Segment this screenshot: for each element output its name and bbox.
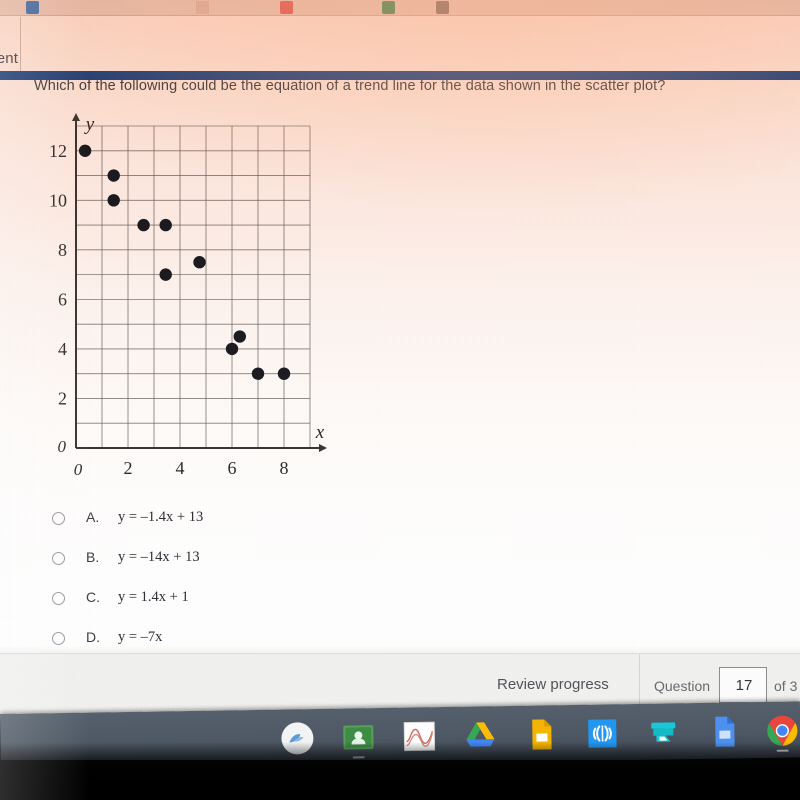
chrome-icon[interactable] (765, 713, 800, 748)
radio-button-a[interactable] (52, 512, 65, 525)
audio-wave-icon[interactable] (585, 716, 620, 751)
answer-choice-list: A. y = –1.4x + 13 B. y = –14x + 13 C. y … (52, 503, 382, 663)
question-prompt-text: Which of the following could be the equa… (34, 78, 666, 94)
svg-text:y: y (84, 114, 95, 135)
svg-text:12: 12 (49, 141, 67, 161)
svg-text:0: 0 (58, 437, 67, 456)
svg-text:4: 4 (58, 339, 67, 359)
answer-choice-b[interactable]: B. y = –14x + 13 (52, 543, 382, 583)
radio-button-d[interactable] (52, 632, 65, 645)
radio-button-c[interactable] (52, 592, 65, 605)
launcher-active-dot (352, 756, 365, 759)
choice-letter-d: D. (86, 629, 100, 645)
graphing-calculator-icon[interactable] (402, 719, 437, 754)
laptop-bezel (0, 760, 800, 800)
svg-text:6: 6 (58, 289, 67, 309)
svg-text:8: 8 (58, 240, 67, 260)
page-header: ment (0, 17, 800, 71)
question-number-value: 17 (735, 677, 753, 694)
choice-letter-b: B. (86, 549, 100, 565)
scanner-icon[interactable] (646, 715, 681, 750)
svg-text:x: x (315, 422, 325, 443)
tab-favicon-5[interactable] (436, 1, 449, 14)
question-total-label: of 3 (774, 678, 798, 694)
assignment-title-partial: ment (0, 50, 19, 67)
choice-letter-a: A. (86, 509, 100, 525)
svg-text:0: 0 (74, 460, 83, 479)
browser-tab-strip[interactable] (0, 0, 800, 16)
svg-text:10: 10 (49, 190, 67, 210)
google-drive-icon[interactable] (463, 718, 498, 753)
question-label: Question (654, 678, 711, 694)
answer-choice-c[interactable]: C. y = 1.4x + 1 (52, 583, 382, 623)
svg-text:4: 4 (176, 458, 185, 478)
svg-text:2: 2 (124, 458, 133, 478)
launcher-icon[interactable] (280, 721, 315, 756)
svg-text:2: 2 (58, 388, 67, 408)
tab-favicon-1[interactable] (26, 1, 39, 14)
browser-viewport: ment Which of the following could be the… (0, 0, 800, 718)
chrome-active-dot (776, 749, 789, 752)
header-divider (20, 17, 21, 71)
choice-equation-a: y = –1.4x + 13 (118, 509, 204, 525)
svg-text:8: 8 (280, 458, 289, 478)
photographed-chromebook-screen: ment Which of the following could be the… (0, 0, 800, 800)
review-progress-button[interactable]: Review progress (497, 676, 609, 693)
tab-favicon-3[interactable] (280, 1, 293, 14)
choice-equation-b: y = –14x + 13 (118, 549, 200, 565)
choice-equation-c: y = 1.4x + 1 (118, 589, 189, 605)
choice-letter-c: C. (86, 589, 100, 605)
google-docs-icon[interactable] (707, 714, 742, 749)
radio-button-b[interactable] (52, 552, 65, 565)
tab-favicon-4[interactable] (382, 1, 395, 14)
choice-equation-d: y = –7x (118, 629, 163, 645)
question-number-input[interactable]: 17 (719, 667, 767, 703)
scatter-plot-figure: 2 4 6 8 10 12 2 4 6 8 0 0 y x (28, 112, 328, 502)
answer-choice-a[interactable]: A. y = –1.4x + 13 (52, 503, 382, 543)
google-classroom-icon[interactable] (341, 720, 376, 755)
tab-favicon-2[interactable] (196, 1, 209, 14)
svg-text:6: 6 (228, 458, 237, 478)
google-slides-icon[interactable] (524, 717, 559, 752)
scatter-plot-svg: 2 4 6 8 10 12 2 4 6 8 00 y x (49, 113, 327, 479)
